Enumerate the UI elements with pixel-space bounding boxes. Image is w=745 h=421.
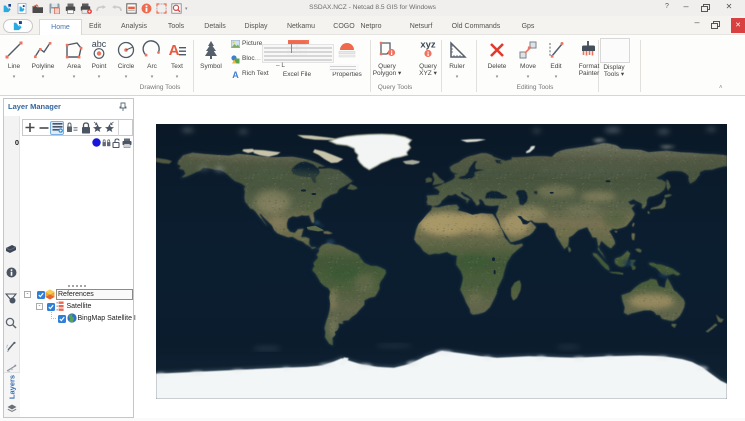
svg-text:xyz: xyz xyxy=(420,40,436,51)
svg-text:A: A xyxy=(232,70,239,79)
svg-text:A: A xyxy=(169,42,180,59)
svg-text:abc: abc xyxy=(92,39,107,49)
svg-text:Layers: Layers xyxy=(8,375,17,399)
